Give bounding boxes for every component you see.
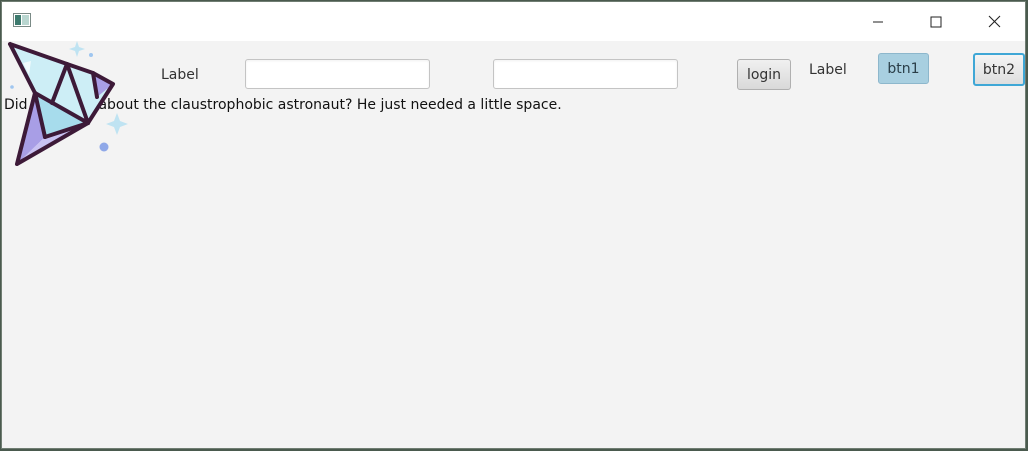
minimize-button[interactable] bbox=[855, 2, 901, 41]
maximize-icon bbox=[930, 16, 942, 27]
sparkle-icon bbox=[69, 41, 85, 57]
btn2-button[interactable]: btn2 bbox=[973, 53, 1025, 86]
password-field[interactable] bbox=[493, 59, 678, 89]
close-button[interactable] bbox=[971, 2, 1017, 41]
maximize-button[interactable] bbox=[913, 2, 959, 41]
btn1-button[interactable]: btn1 bbox=[878, 53, 929, 84]
label-right: Label bbox=[809, 62, 847, 78]
dot-icon bbox=[89, 53, 93, 57]
sparkle-icon bbox=[106, 113, 128, 135]
title-bar[interactable] bbox=[2, 2, 1025, 41]
username-field[interactable] bbox=[245, 59, 430, 89]
dot-icon bbox=[10, 85, 14, 89]
minimize-icon bbox=[873, 21, 883, 22]
login-button[interactable]: login bbox=[737, 59, 791, 90]
main-content: Did you hear about the claustrophobic as… bbox=[2, 41, 1025, 448]
close-icon bbox=[988, 15, 1000, 28]
app-window-icon bbox=[13, 13, 31, 27]
label-left: Label bbox=[161, 67, 199, 83]
app-window: Did you hear about the claustrophobic as… bbox=[1, 1, 1026, 449]
origami-bird-logo bbox=[8, 41, 128, 166]
dot-icon bbox=[99, 142, 109, 152]
